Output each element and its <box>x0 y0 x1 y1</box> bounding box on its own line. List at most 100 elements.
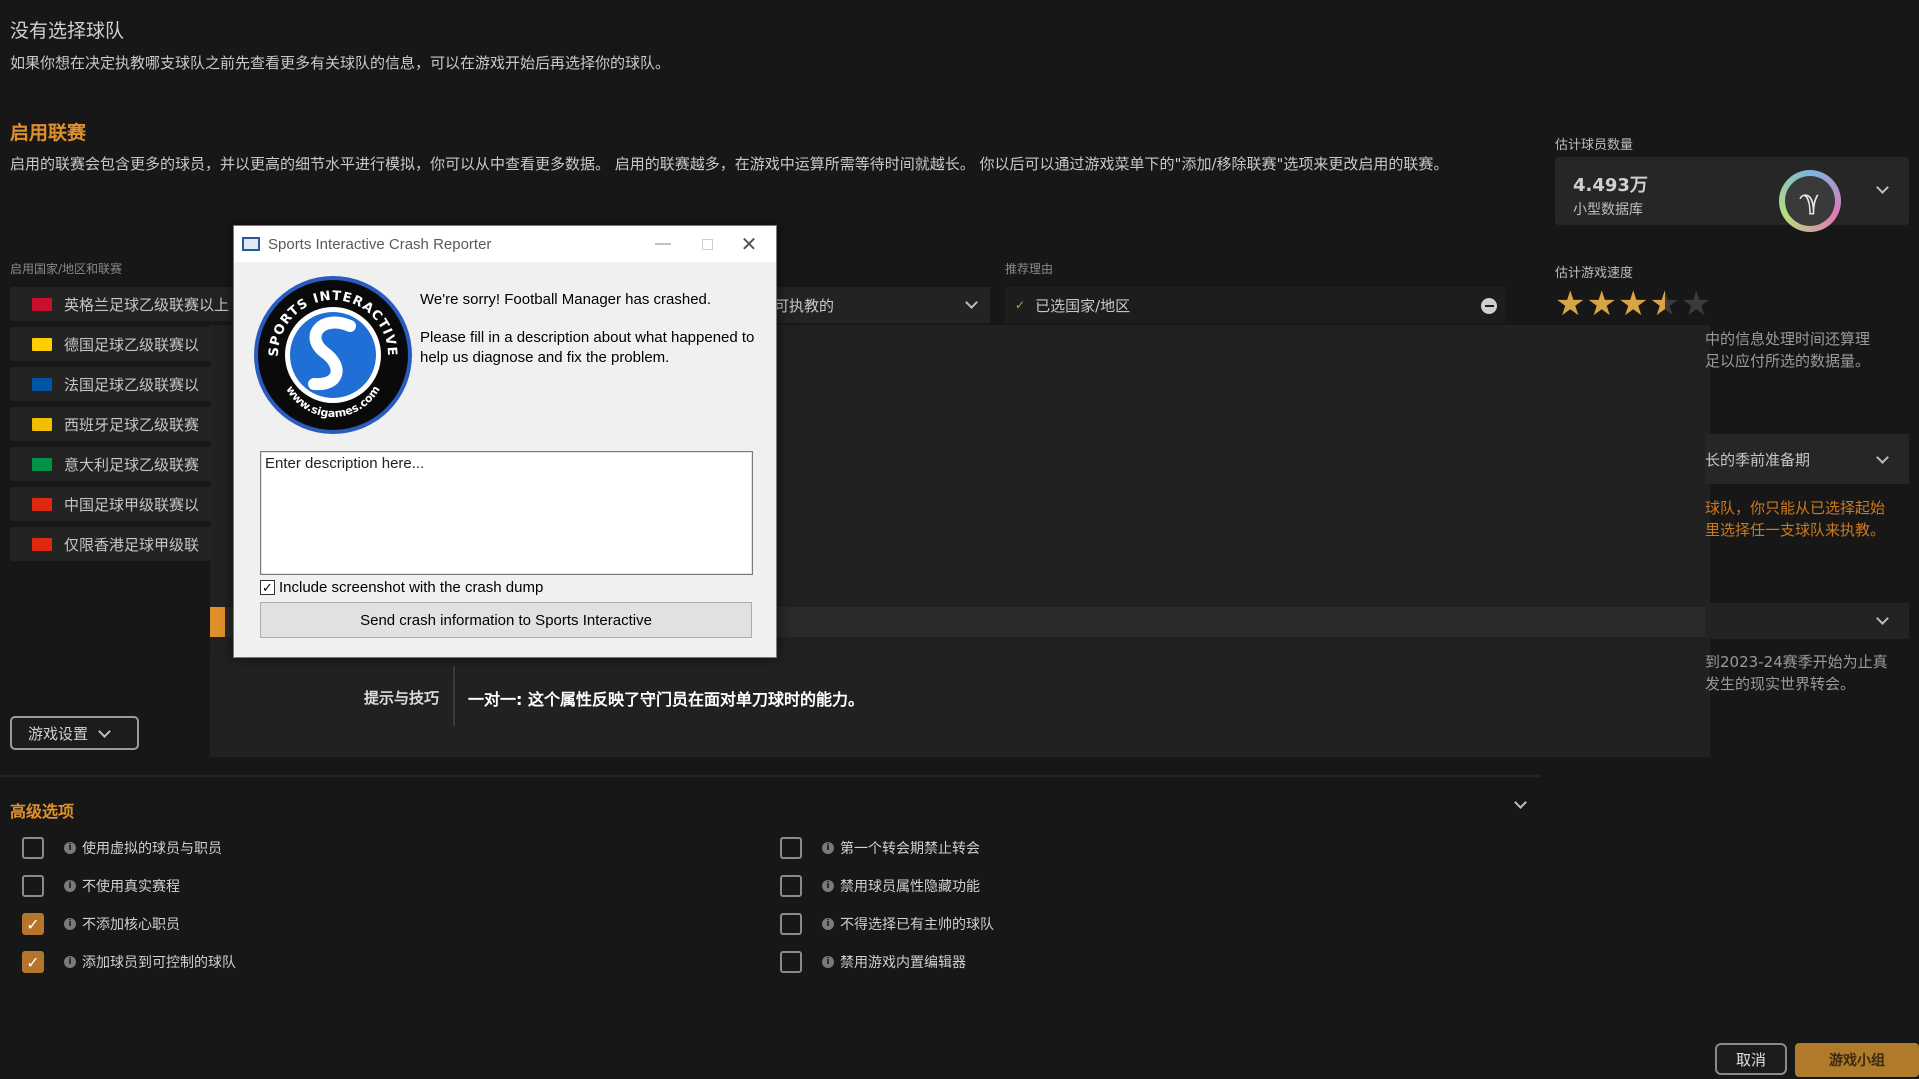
option-label: 不添加核心职员 <box>82 917 180 933</box>
dialog-title: Sports Interactive Crash Reporter <box>268 235 492 253</box>
game-settings-label: 游戏设置 <box>28 724 89 743</box>
speed-rating-stars: ★★★★★ <box>1555 284 1712 324</box>
database-size: 小型数据库 <box>1573 202 1643 218</box>
database-icon: ℽ <box>1779 170 1841 232</box>
team-selection-note: 球队，你只能从已选择起始 里选择任一支球队来执教。 <box>1705 497 1885 541</box>
info-icon[interactable]: i <box>822 956 834 968</box>
option-checkbox[interactable] <box>22 875 44 897</box>
flag-icon <box>32 337 52 351</box>
tips-text: 一对一: 这个属性反映了守门员在面对单刀球时的能力。 <box>468 690 864 709</box>
option-checkbox[interactable] <box>22 837 44 859</box>
divider <box>0 775 1540 777</box>
transfers-note-line1: 到2023-24赛季开始为止真 <box>1705 653 1888 671</box>
team-selection-note-line1: 球队，你只能从已选择起始 <box>1705 499 1886 517</box>
players-count: 4.493万 <box>1573 175 1648 196</box>
transfers-dropdown[interactable] <box>1705 603 1909 639</box>
flag-icon <box>32 417 52 431</box>
star-half-icon: ★ <box>1649 284 1681 324</box>
advanced-option[interactable]: i 不使用真实赛程 <box>22 871 236 901</box>
send-crash-button[interactable]: Send crash information to Sports Interac… <box>260 602 752 638</box>
info-icon[interactable]: i <box>64 918 76 930</box>
tips-label: 提示与技巧 <box>364 689 440 707</box>
advanced-option[interactable]: i 添加球员到可控制的球队 <box>22 947 236 977</box>
league-row[interactable]: 英格兰足球乙级联赛以上 <box>10 287 250 321</box>
advanced-option[interactable]: i 不得选择已有主帅的球队 <box>780 909 994 939</box>
dialog-titlebar: Sports Interactive Crash Reporter — ✕ <box>234 226 776 262</box>
tips-divider <box>453 666 455 726</box>
advanced-option[interactable]: i 第一个转会期禁止转会 <box>780 833 994 863</box>
league-label: 德国足球乙级联赛以 <box>64 335 200 354</box>
speed-description-line2: 足以应付所选的数据量。 <box>1705 352 1871 370</box>
star-icon: ★ <box>1555 284 1587 324</box>
cancel-button[interactable]: 取消 <box>1715 1043 1787 1075</box>
advanced-options-right: i 第一个转会期禁止转会 i 禁用球员属性隐藏功能 i 不得选择已有主帅的球队 i 禁用游戏内… <box>780 833 994 985</box>
league-label: 英格兰足球乙级联赛以上 <box>64 295 230 314</box>
check-icon: ✓ <box>1015 298 1026 312</box>
players-estimate-label: 估计球员数量 <box>1555 138 1634 153</box>
crash-reporter-dialog: Sports Interactive Crash Reporter — ✕ SP… <box>233 225 777 658</box>
info-icon[interactable]: i <box>64 842 76 854</box>
speed-description: 中的信息处理时间还算理 足以应付所选的数据量。 <box>1705 328 1870 372</box>
league-label: 仅限香港足球甲级联 <box>64 535 200 554</box>
option-checkbox[interactable] <box>780 875 802 897</box>
advanced-options-left: i 使用虚拟的球员与职员 i 不使用真实赛程 i 不添加核心职员 i 添加球员到可控制的球队 <box>22 833 236 985</box>
flag-icon <box>32 457 52 471</box>
info-icon[interactable]: i <box>822 918 834 930</box>
advanced-option[interactable]: i 不添加核心职员 <box>22 909 236 939</box>
chevron-down-icon[interactable] <box>1514 796 1527 809</box>
chevron-down-icon <box>1876 451 1889 464</box>
chevron-down-icon <box>965 296 978 309</box>
option-label: 不得选择已有主帅的球队 <box>840 917 994 933</box>
flag-icon <box>32 497 52 511</box>
game-settings-button[interactable]: 游戏设置 <box>10 716 139 750</box>
info-icon[interactable]: i <box>64 880 76 892</box>
no-team-description: 如果你想在决定执教哪支球队之前先查看更多有关球队的信息，可以在游戏开始后再选择你… <box>10 54 671 72</box>
reason-header: 推荐理由 <box>1005 262 1054 276</box>
countries-leagues-header: 启用国家/地区和联赛 <box>10 262 123 276</box>
preseason-dropdown[interactable]: 长的季前准备期 <box>1705 434 1909 484</box>
option-checkbox[interactable] <box>22 951 44 973</box>
advanced-option[interactable]: i 禁用球员属性隐藏功能 <box>780 871 994 901</box>
close-icon[interactable]: ✕ <box>720 226 778 262</box>
maximize-icon <box>692 226 722 262</box>
star-empty-icon: ★ <box>1680 284 1713 324</box>
option-label: 第一个转会期禁止转会 <box>840 841 980 857</box>
advanced-options-title: 高级选项 <box>10 802 75 821</box>
chevron-down-icon <box>1876 181 1889 194</box>
transfers-note-line2: 发生的现实世界转会。 <box>1705 675 1856 693</box>
info-icon[interactable]: i <box>822 842 834 854</box>
enabled-leagues-description: 启用的联赛会包含更多的球员，并以更高的细节水平进行模拟，你可以从中查看更多数据。… <box>10 155 1449 173</box>
manageable-dropdown[interactable]: 可执教的 <box>760 287 990 323</box>
option-label: 禁用球员属性隐藏功能 <box>840 879 980 895</box>
option-checkbox[interactable] <box>780 837 802 859</box>
include-screenshot-checkbox[interactable]: ✓ <box>260 580 275 595</box>
league-label: 西班牙足球乙级联赛 <box>64 415 200 434</box>
star-icon: ★ <box>1586 284 1618 324</box>
advanced-option[interactable]: i 禁用游戏内置编辑器 <box>780 947 994 977</box>
game-speed-label: 估计游戏速度 <box>1555 266 1634 281</box>
option-checkbox[interactable] <box>780 913 802 935</box>
option-label: 添加球员到可控制的球队 <box>82 955 236 971</box>
minimize-icon[interactable]: — <box>634 226 692 262</box>
include-screenshot-option[interactable]: ✓ Include screenshot with the crash dump <box>260 579 543 596</box>
watermark-logo: 游戏小组 <box>1795 1043 1919 1077</box>
remove-icon[interactable] <box>1481 298 1497 314</box>
crash-instructions: Please fill in a description about what … <box>420 329 755 366</box>
star-icon: ★ <box>1617 284 1650 324</box>
league-label: 法国足球乙级联赛以 <box>64 375 200 394</box>
league-label: 中国足球甲级联赛以 <box>64 495 200 514</box>
flag-icon <box>32 377 52 391</box>
reason-value: 已选国家/地区 <box>1035 296 1131 315</box>
option-checkbox[interactable] <box>780 951 802 973</box>
advanced-option[interactable]: i 使用虚拟的球员与职员 <box>22 833 236 863</box>
flag-icon <box>32 297 52 311</box>
description-textarea[interactable]: Enter description here... <box>260 451 753 575</box>
info-icon[interactable]: i <box>822 880 834 892</box>
no-team-title: 没有选择球队 <box>10 20 125 42</box>
info-icon[interactable]: i <box>64 956 76 968</box>
option-checkbox[interactable] <box>22 913 44 935</box>
speed-description-line1: 中的信息处理时间还算理 <box>1705 330 1871 348</box>
manageable-dropdown-value: 可执教的 <box>774 296 835 315</box>
include-screenshot-label: Include screenshot with the crash dump <box>279 579 544 596</box>
preseason-value: 长的季前准备期 <box>1705 450 1811 469</box>
